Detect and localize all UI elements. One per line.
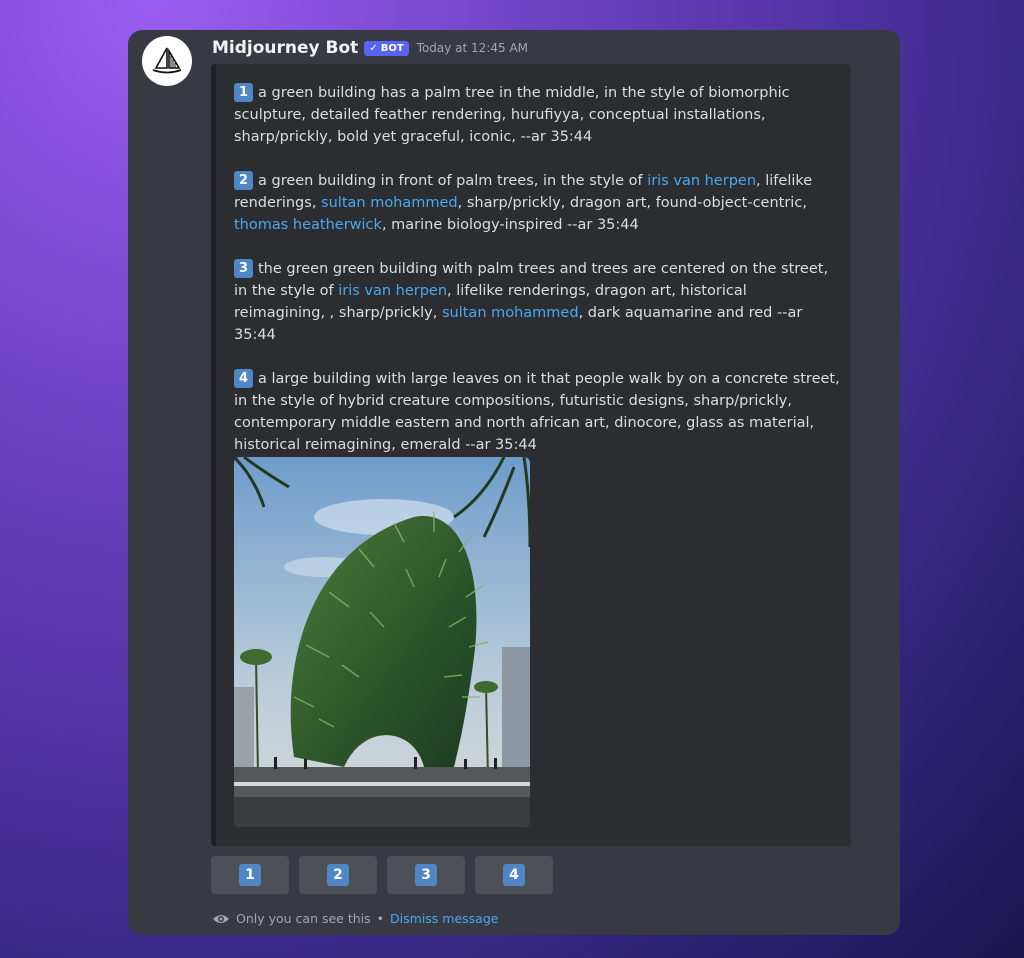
- bot-badge-label: BOT: [380, 42, 404, 54]
- button-number-label: 3: [415, 864, 437, 886]
- select-image-1-button[interactable]: 1: [211, 856, 289, 894]
- select-image-4-button[interactable]: 4: [475, 856, 553, 894]
- artist-link[interactable]: iris van herpen: [647, 173, 756, 189]
- button-number-label: 4: [503, 864, 525, 886]
- generated-image[interactable]: [234, 457, 530, 827]
- select-image-3-button[interactable]: 3: [387, 856, 465, 894]
- upscale-button-row: 1 2 3 4: [211, 856, 553, 894]
- artist-link[interactable]: iris van herpen: [338, 283, 447, 299]
- message-card: Midjourney Bot ✓ BOT Today at 12:45 AM 1…: [128, 30, 900, 935]
- bot-badge: ✓ BOT: [364, 40, 409, 56]
- separator-dot: •: [376, 911, 385, 926]
- prompt-number-badge: 4: [234, 369, 253, 388]
- prompt-number-badge: 1: [234, 83, 253, 102]
- bot-avatar[interactable]: [142, 36, 192, 86]
- message-header: Midjourney Bot ✓ BOT Today at 12:45 AM: [212, 36, 528, 60]
- prompt-2: 2 a green building in front of palm trees…: [234, 170, 842, 236]
- prompt-text: , sharp/prickly, dragon art, found-objec…: [457, 195, 807, 211]
- dismiss-message-link[interactable]: Dismiss message: [390, 911, 498, 926]
- prompt-number-badge: 2: [234, 171, 253, 190]
- checkmark-icon: ✓: [369, 42, 378, 54]
- generated-image-art: [234, 457, 530, 827]
- message-embed: 1a green building has a palm tree in the…: [211, 64, 851, 846]
- artist-link[interactable]: sultan mohammed: [321, 195, 458, 211]
- prompt-list: 1a green building has a palm tree in the…: [234, 82, 842, 478]
- prompt-text: a green building has a palm tree in the …: [234, 85, 790, 145]
- button-number-label: 1: [239, 864, 261, 886]
- visibility-note: Only you can see this: [236, 911, 371, 926]
- prompt-number-badge: 3: [234, 259, 253, 278]
- ephemeral-footer: Only you can see this • Dismiss message: [212, 911, 498, 926]
- select-image-2-button[interactable]: 2: [299, 856, 377, 894]
- prompt-text: a large building with large leaves on it…: [234, 371, 840, 453]
- artist-link[interactable]: thomas heatherwick: [234, 217, 382, 233]
- eye-icon: [213, 914, 229, 923]
- artist-link[interactable]: sultan mohammed: [442, 305, 579, 321]
- prompt-4: 4a large building with large leaves on i…: [234, 368, 842, 456]
- prompt-text: , marine biology-inspired --ar 35:44: [381, 217, 639, 233]
- author-name[interactable]: Midjourney Bot: [212, 38, 358, 58]
- sailboat-logo-icon: [152, 47, 182, 74]
- button-number-label: 2: [327, 864, 349, 886]
- prompt-text: a green building in front of palm trees,…: [258, 173, 648, 189]
- prompt-3: 3 the green green building with palm tree…: [234, 258, 842, 346]
- message-timestamp: Today at 12:45 AM: [416, 41, 529, 55]
- prompt-1: 1a green building has a palm tree in the…: [234, 82, 842, 148]
